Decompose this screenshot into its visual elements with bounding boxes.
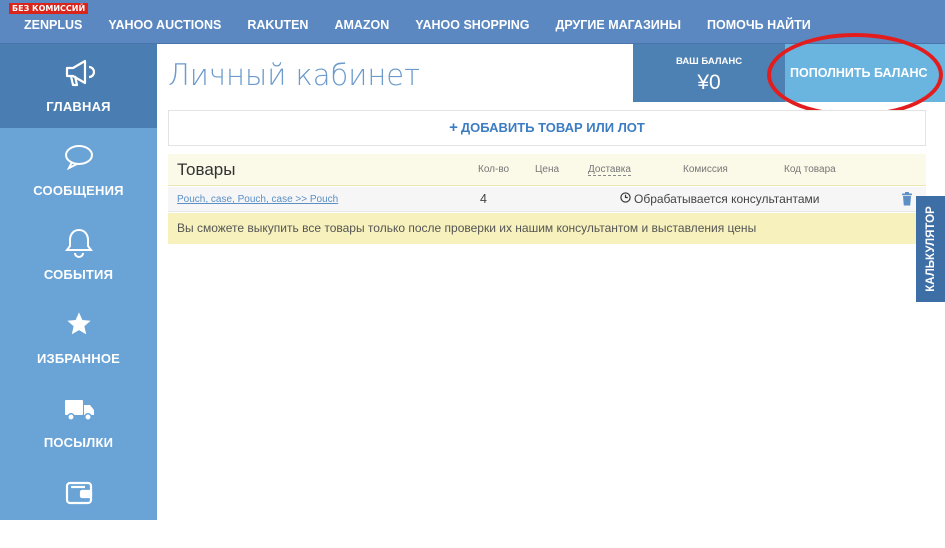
column-header-commission: Комиссия: [683, 164, 728, 175]
balance-label: ВАШ БАЛАНС: [675, 56, 743, 67]
sidebar-item-label: ПЛАТЕЖИ: [45, 519, 112, 534]
item-qty: 4: [480, 192, 487, 206]
balance-value: ¥0: [697, 71, 721, 94]
clock-icon: [620, 192, 631, 206]
nav-item-rakuten[interactable]: RAKUTEN: [247, 15, 308, 35]
nav-item-zenplus[interactable]: ZENPLUS: [24, 15, 82, 35]
column-header-price: Цена: [535, 164, 560, 175]
column-header-item-code: Код товара: [784, 164, 836, 175]
nav-item-amazon[interactable]: AMAZON: [334, 15, 389, 35]
star-icon: [0, 310, 157, 342]
nav-item-yahoo-auctions[interactable]: YAHOO AUCTIONS: [108, 15, 221, 35]
table-row: Pouch, case, Pouch, case >> Pouch 4 Обра…: [168, 187, 926, 212]
calculator-tab-label: КАЛЬКУЛЯТОР: [924, 206, 937, 292]
sidebar-item-label: ИЗБРАННОЕ: [36, 351, 121, 366]
sidebar-item-favorites[interactable]: ИЗБРАННОЕ: [0, 296, 157, 380]
sidebar-item-messages[interactable]: СООБЩЕНИЯ: [0, 128, 157, 212]
add-item-bar: + ДОБАВИТЬ ТОВАР ИЛИ ЛОТ: [168, 110, 926, 146]
item-status: Обрабатывается консультантами: [620, 192, 819, 206]
top-navigation-bar: БЕЗ КОМИССИЙ ZENPLUS YAHOO AUCTIONS RAKU…: [0, 0, 945, 44]
megaphone-icon: [0, 58, 157, 90]
truck-icon: [0, 394, 157, 426]
add-item-button[interactable]: + ДОБАВИТЬ ТОВАР ИЛИ ЛОТ: [449, 119, 645, 136]
verification-notice: Вы сможете выкупить все товары только по…: [168, 213, 916, 244]
page-title: Личный кабинет: [168, 58, 421, 92]
sidebar-item-label: СОБЫТИЯ: [43, 267, 114, 282]
store-nav: ZENPLUS YAHOO AUCTIONS RAKUTEN AMAZON YA…: [0, 15, 811, 35]
nav-item-other-stores[interactable]: ДРУГИЕ МАГАЗИНЫ: [555, 15, 681, 35]
nav-item-yahoo-shopping[interactable]: YAHOO SHOPPING: [415, 15, 529, 35]
column-header-delivery[interactable]: Доставка: [588, 164, 631, 176]
nav-item-help-find[interactable]: ПОМОЧЬ НАЙТИ: [707, 15, 811, 35]
column-header-qty: Кол-во: [478, 164, 510, 175]
sidebar-item-payments[interactable]: ПЛАТЕЖИ: [0, 464, 157, 548]
sidebar-item-events[interactable]: СОБЫТИЯ: [0, 212, 157, 296]
speech-bubble-icon: [0, 142, 157, 174]
sidebar-item-label: ПОСЫЛКИ: [43, 435, 114, 450]
add-item-label: ДОБАВИТЬ ТОВАР ИЛИ ЛОТ: [460, 120, 645, 135]
no-commission-badge: БЕЗ КОМИССИЙ: [9, 3, 89, 14]
sidebar-item-label: СООБЩЕНИЯ: [33, 183, 124, 198]
sidebar: ГЛАВНАЯ СООБЩЕНИЯ СОБЫТИЯ ИЗБРАННОЕ ПОСЫ…: [0, 44, 157, 534]
item-name-link[interactable]: Pouch, case, Pouch, case >> Pouch: [177, 194, 338, 205]
sidebar-item-label: ГЛАВНАЯ: [46, 99, 111, 114]
trash-icon[interactable]: [901, 191, 913, 210]
bell-icon: [0, 226, 157, 258]
plus-icon: +: [449, 119, 458, 136]
sidebar-item-home[interactable]: ГЛАВНАЯ: [0, 44, 157, 128]
balance-panel: ВАШ БАЛАНС ¥0: [633, 44, 785, 102]
calculator-tab[interactable]: КАЛЬКУЛЯТОР: [916, 196, 945, 302]
item-status-text: Обрабатывается консультантами: [634, 192, 820, 206]
items-table-header: Товары Кол-во Цена Доставка Комиссия Код…: [168, 154, 926, 186]
top-up-balance-button[interactable]: ПОПОЛНИТЬ БАЛАНС: [785, 44, 945, 102]
items-table-title: Товары: [177, 160, 236, 179]
wallet-icon: [0, 478, 157, 510]
sidebar-item-parcels[interactable]: ПОСЫЛКИ: [0, 380, 157, 464]
